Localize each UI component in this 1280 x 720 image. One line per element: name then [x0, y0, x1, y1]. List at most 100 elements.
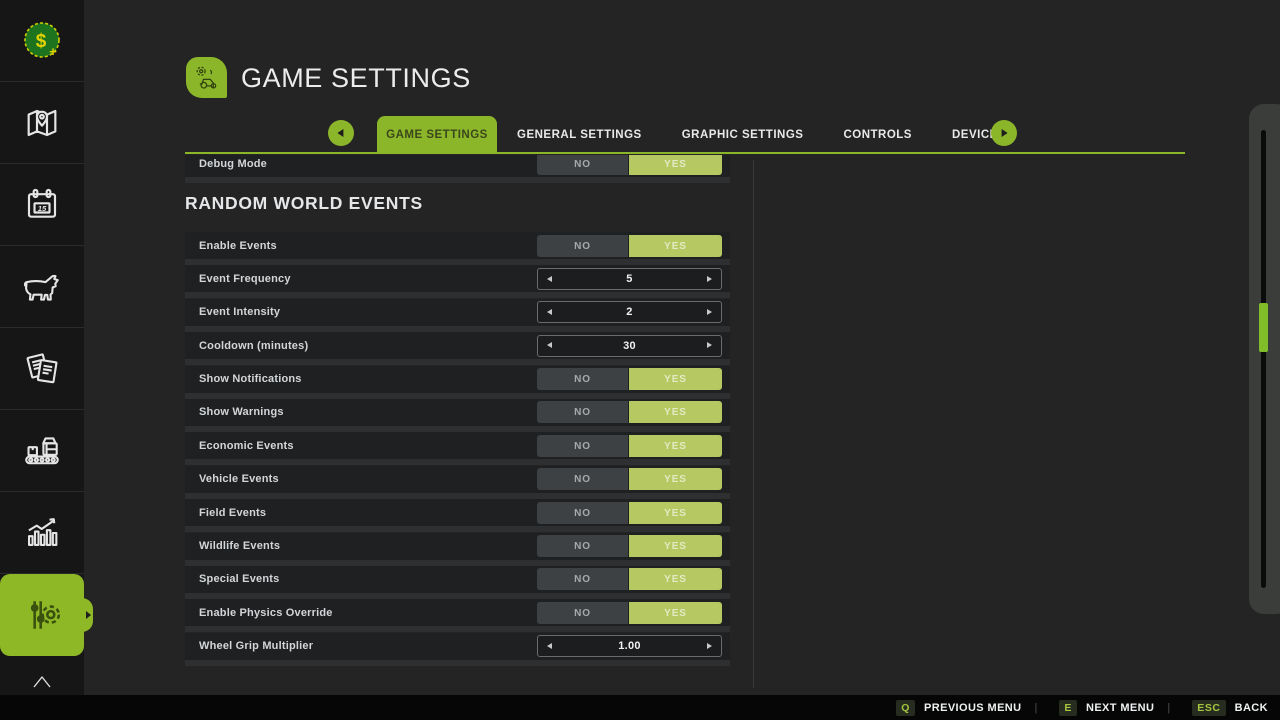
- stepper-increment-button[interactable]: [707, 342, 712, 348]
- toggle: NO YES: [537, 568, 722, 590]
- key-badge: E: [1059, 700, 1077, 716]
- setting-label: Show Warnings: [199, 406, 284, 418]
- toggle-no-button[interactable]: NO: [537, 401, 628, 423]
- toggle-no-button[interactable]: NO: [537, 435, 628, 457]
- stepper-value: 1.00: [538, 636, 721, 657]
- toggle-yes-button[interactable]: YES: [629, 568, 722, 590]
- toggle: NO YES: [537, 368, 722, 390]
- setting-label: Enable Events: [199, 240, 277, 252]
- settings-row[interactable]: Wildlife Events NO YES: [185, 533, 730, 560]
- toggle-yes-button[interactable]: YES: [629, 368, 722, 390]
- toggle: NO YES: [537, 235, 722, 257]
- settings-row[interactable]: Show Notifications NO YES: [185, 366, 730, 393]
- toggle-no-button[interactable]: NO: [537, 155, 628, 175]
- key-badge: Q: [896, 700, 915, 716]
- settings-row[interactable]: Show Warnings NO YES: [185, 399, 730, 426]
- scrollbar-track[interactable]: [1261, 130, 1266, 588]
- settings-row[interactable]: Enable Events NO YES: [185, 232, 730, 259]
- setting-label: Economic Events: [199, 440, 294, 452]
- setting-label: Field Events: [199, 507, 266, 519]
- setting-label: Wildlife Events: [199, 540, 280, 552]
- settings-row[interactable]: Cooldown (minutes) 30: [185, 332, 730, 359]
- key-hint-q[interactable]: Q PREVIOUS MENU: [896, 700, 1021, 716]
- toggle: NO YES: [537, 401, 722, 423]
- toggle-no-button[interactable]: NO: [537, 368, 628, 390]
- key-hint-label: BACK: [1235, 702, 1268, 714]
- toggle-yes-button[interactable]: YES: [629, 401, 722, 423]
- toggle-no-button[interactable]: NO: [537, 502, 628, 524]
- settings-row[interactable]: Event Intensity 2: [185, 299, 730, 326]
- tab-list: GAME SETTINGSGENERAL SETTINGSGRAPHIC SET…: [377, 116, 1026, 154]
- toggle: NO YES: [537, 435, 722, 457]
- svg-text:$: $: [36, 31, 47, 52]
- settings-rows: Enable Events NO YES Event Frequency 5 E…: [185, 232, 730, 660]
- settings-row[interactable]: Debug Mode NO YES: [185, 155, 730, 177]
- toggle-no-button[interactable]: NO: [537, 468, 628, 490]
- toggle-no-button[interactable]: NO: [537, 235, 628, 257]
- page-icon: [186, 57, 227, 98]
- toggle-no-button[interactable]: NO: [537, 535, 628, 557]
- toggle: NO YES: [537, 602, 722, 624]
- sidebar-item-finances[interactable]: $ +: [0, 0, 84, 82]
- settings-row[interactable]: Vehicle Events NO YES: [185, 466, 730, 493]
- toggle-yes-button[interactable]: YES: [629, 468, 722, 490]
- tab-game-settings[interactable]: GAME SETTINGS: [377, 116, 497, 154]
- sidebar-item-statistics[interactable]: [0, 492, 84, 574]
- scrollbar-thumb[interactable]: [1259, 303, 1268, 352]
- tab-controls[interactable]: CONTROLS: [823, 116, 932, 154]
- animals-icon: [21, 266, 63, 308]
- toggle-yes-button[interactable]: YES: [629, 535, 722, 557]
- toggle-yes-button[interactable]: YES: [629, 602, 722, 624]
- settings-row[interactable]: Enable Physics Override NO YES: [185, 599, 730, 626]
- key-hint-label: NEXT MENU: [1086, 702, 1154, 714]
- sidebar-item-map[interactable]: [0, 82, 84, 164]
- sidebar-item-contracts[interactable]: [0, 328, 84, 410]
- toggle: NO YES: [537, 468, 722, 490]
- sidebar-item-production[interactable]: [0, 410, 84, 492]
- tabs-next-button[interactable]: [991, 120, 1017, 146]
- section-heading: RANDOM WORLD EVENTS: [185, 193, 730, 214]
- chevron-up-icon: [30, 674, 54, 690]
- setting-label: Show Notifications: [199, 373, 302, 385]
- toggle-yes-button[interactable]: YES: [629, 155, 722, 175]
- stepper-increment-button[interactable]: [707, 276, 712, 282]
- svg-text:15: 15: [38, 204, 47, 213]
- stepper: 5: [537, 268, 722, 290]
- toggle-no-button[interactable]: NO: [537, 602, 628, 624]
- sidebar-item-calendar[interactable]: 15: [0, 164, 84, 246]
- contracts-icon: [21, 348, 63, 390]
- setting-label: Debug Mode: [199, 158, 267, 170]
- stepper-increment-button[interactable]: [707, 309, 712, 315]
- statistics-icon: [21, 512, 63, 554]
- svg-text:+: +: [49, 44, 57, 59]
- tab-graphic-settings[interactable]: GRAPHIC SETTINGS: [662, 116, 824, 154]
- sidebar-item-animals[interactable]: [0, 246, 84, 328]
- stepper: 2: [537, 301, 722, 323]
- toggle-yes-button[interactable]: YES: [629, 235, 722, 257]
- tab-general-settings[interactable]: GENERAL SETTINGS: [497, 116, 662, 154]
- production-icon: [21, 430, 63, 472]
- key-badge: ESC: [1192, 700, 1225, 716]
- toggle-yes-button[interactable]: YES: [629, 502, 722, 524]
- stepper: 1.00: [537, 635, 722, 657]
- settings-row[interactable]: Field Events NO YES: [185, 499, 730, 526]
- settings-row[interactable]: Special Events NO YES: [185, 566, 730, 593]
- panel-divider: [753, 160, 754, 688]
- tabs-previous-button[interactable]: [328, 120, 354, 146]
- toggle: NO YES: [537, 155, 722, 175]
- sidebar-item-game-settings[interactable]: [0, 574, 84, 656]
- stepper-increment-button[interactable]: [707, 643, 712, 649]
- settings-row[interactable]: Economic Events NO YES: [185, 432, 730, 459]
- setting-label: Enable Physics Override: [199, 607, 333, 619]
- key-hint-e[interactable]: E NEXT MENU: [1022, 700, 1155, 716]
- settings-panel: Debug Mode NO YES RANDOM WORLD EVENTS En…: [185, 155, 730, 692]
- setting-label: Event Frequency: [199, 273, 291, 285]
- settings-row[interactable]: Wheel Grip Multiplier 1.00: [185, 633, 730, 660]
- tractor-gear-icon: [189, 60, 225, 96]
- toggle-no-button[interactable]: NO: [537, 568, 628, 590]
- arrow-right-icon: [1002, 129, 1008, 137]
- settings-row[interactable]: Event Frequency 5: [185, 265, 730, 292]
- toggle-yes-button[interactable]: YES: [629, 435, 722, 457]
- key-hint-esc[interactable]: ESC BACK: [1154, 700, 1268, 716]
- money-icon: $ +: [19, 18, 65, 64]
